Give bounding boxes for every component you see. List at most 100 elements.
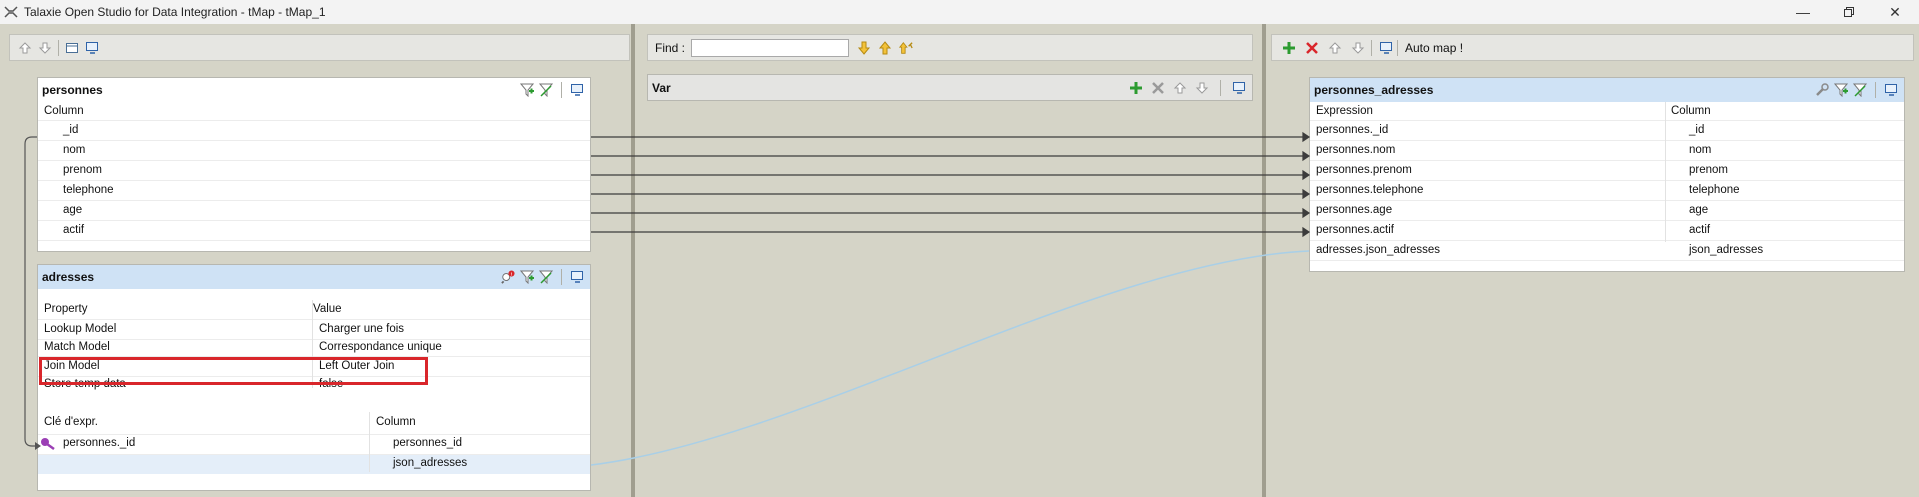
find-previous-icon[interactable]	[878, 40, 892, 55]
table-header: personnes	[38, 78, 590, 102]
input-table-personnes: personnes Column _id nom prenom telephon…	[37, 77, 591, 252]
columns-header-row: Expression Column	[1310, 102, 1904, 121]
value-header: Value	[313, 303, 342, 315]
keys-header-row: Clé d'expr. Column	[38, 412, 590, 435]
toolbar-separator	[1397, 39, 1398, 56]
move-up-icon[interactable]	[18, 41, 32, 55]
add-filter-icon[interactable]	[520, 83, 534, 97]
table-name: adresses	[42, 270, 95, 284]
header-separator	[1220, 79, 1221, 96]
find-next-icon[interactable]	[857, 41, 871, 55]
inputs-toolbar	[9, 34, 630, 61]
list-item[interactable]: nom	[38, 141, 590, 161]
column-cell[interactable]: actif	[1689, 221, 1710, 240]
table-row[interactable]: personnes.prenom prenom	[1310, 161, 1904, 181]
move-down-icon[interactable]	[38, 41, 52, 55]
property-row[interactable]: Lookup Model Charger une fois	[38, 320, 590, 340]
move-down-icon[interactable]	[1195, 81, 1209, 95]
expression-cell[interactable]: personnes.telephone	[1316, 181, 1423, 200]
table-settings-icon[interactable]	[570, 83, 584, 97]
app-icon	[4, 5, 18, 19]
minimize-button[interactable]: —	[1780, 0, 1826, 24]
column-header: Column	[38, 102, 590, 121]
property-value[interactable]: Correspondance unique	[319, 340, 442, 354]
column-divider	[369, 412, 370, 472]
column-cell[interactable]: telephone	[1689, 181, 1740, 200]
table-name: personnes_adresses	[1314, 83, 1434, 97]
list-item[interactable]: _id	[38, 121, 590, 141]
table-row[interactable]: personnes.nom nom	[1310, 141, 1904, 161]
auto-map-button[interactable]: Auto map !	[1405, 41, 1463, 55]
table-header: adresses !	[38, 265, 590, 289]
key-icon	[40, 437, 56, 451]
key-column: json_adresses	[393, 457, 468, 469]
window-settings-icon[interactable]	[85, 41, 99, 55]
table-name: personnes	[42, 83, 103, 97]
property-name: Match Model	[44, 341, 110, 353]
find-input[interactable]	[691, 38, 850, 57]
filter-icon[interactable]	[539, 270, 553, 284]
list-item[interactable]: age	[38, 201, 590, 221]
table-row[interactable]: adresses.json_adresses json_adresses	[1310, 241, 1904, 261]
property-row[interactable]: Match Model Correspondance unique	[38, 340, 590, 357]
maximize-button[interactable]	[1826, 0, 1872, 24]
property-header: Property	[44, 303, 88, 315]
properties-header-row: Property Value	[38, 300, 590, 320]
property-value[interactable]: Charger une fois	[319, 320, 404, 339]
expression-cell[interactable]: personnes._id	[1316, 121, 1388, 140]
add-filter-icon[interactable]	[520, 270, 534, 284]
move-up-icon[interactable]	[1328, 41, 1342, 55]
table-header: personnes_adresses	[1310, 78, 1904, 102]
column-cell[interactable]: prenom	[1689, 161, 1728, 180]
add-icon[interactable]	[1129, 81, 1143, 95]
table-row[interactable]: personnes._id personnes_id	[38, 435, 590, 455]
expression-cell[interactable]: adresses.json_adresses	[1316, 241, 1440, 260]
header-separator	[1875, 82, 1876, 98]
table-row[interactable]: json_adresses	[38, 455, 590, 474]
add-output-icon[interactable]	[1282, 41, 1296, 55]
table-row[interactable]: personnes.actif actif	[1310, 221, 1904, 241]
expr-key-header: Clé d'expr.	[44, 416, 98, 428]
close-window-button[interactable]: ✕	[1872, 0, 1918, 24]
output-table-personnes-adresses: personnes_adresses Expression Column per…	[1309, 77, 1905, 272]
expression-header: Expression	[1316, 105, 1373, 117]
header-separator	[561, 82, 562, 98]
expression-cell[interactable]: personnes.nom	[1316, 141, 1395, 160]
wrench-icon[interactable]	[1815, 83, 1829, 97]
find-label: Find :	[655, 40, 686, 55]
table-settings-icon[interactable]	[1884, 83, 1898, 97]
filter-icon[interactable]	[1853, 83, 1867, 97]
find-all-icon[interactable]	[899, 41, 913, 55]
list-item[interactable]: telephone	[38, 181, 590, 201]
expression-cell[interactable]: personnes.prenom	[1316, 161, 1412, 180]
table-row[interactable]: personnes.telephone telephone	[1310, 181, 1904, 201]
join-keys-grid: Clé d'expr. Column personnes._id personn…	[38, 412, 590, 474]
minimize-all-icon[interactable]	[65, 41, 79, 55]
filter-icon[interactable]	[539, 83, 553, 97]
remove-output-icon[interactable]	[1305, 41, 1319, 55]
toolbar-separator	[1371, 39, 1372, 56]
add-filter-icon[interactable]	[1834, 83, 1848, 97]
table-header: Var	[648, 75, 1252, 100]
move-down-icon[interactable]	[1351, 41, 1365, 55]
table-row[interactable]: personnes._id _id	[1310, 121, 1904, 141]
column-cell[interactable]: json_adresses	[1689, 241, 1763, 260]
table-settings-icon[interactable]	[1232, 81, 1246, 95]
outputs-toolbar: Auto map !	[1271, 34, 1914, 61]
remove-icon[interactable]	[1151, 81, 1165, 95]
lookup-settings-icon[interactable]: !	[501, 270, 515, 284]
table-settings-icon[interactable]	[570, 270, 584, 284]
key-expression[interactable]: personnes._id	[63, 437, 135, 449]
column-cell[interactable]: _id	[1689, 121, 1704, 140]
column-cell[interactable]: nom	[1689, 141, 1711, 160]
list-item[interactable]: prenom	[38, 161, 590, 181]
column-cell[interactable]: age	[1689, 201, 1708, 220]
list-item[interactable]: actif	[38, 221, 590, 241]
expression-cell[interactable]: personnes.actif	[1316, 221, 1394, 240]
window-settings-icon[interactable]	[1379, 41, 1393, 55]
expression-cell[interactable]: personnes.age	[1316, 201, 1392, 220]
window-titlebar: Talaxie Open Studio for Data Integration…	[0, 0, 1919, 24]
table-name: Var	[652, 80, 671, 95]
move-up-icon[interactable]	[1173, 81, 1187, 95]
table-row[interactable]: personnes.age age	[1310, 201, 1904, 221]
